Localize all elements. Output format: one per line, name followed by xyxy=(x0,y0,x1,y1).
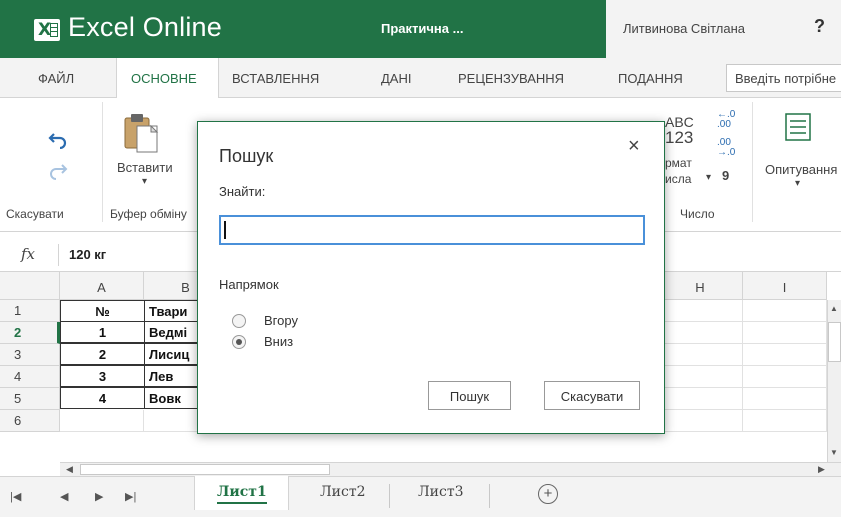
help-button[interactable]: ? xyxy=(814,16,825,37)
text-caret xyxy=(224,221,226,239)
paste-dropdown-icon[interactable]: ▾ xyxy=(142,176,147,187)
cell-a2[interactable]: 1 xyxy=(60,321,145,343)
tab-file[interactable]: ФАЙЛ xyxy=(38,71,74,86)
select-all-corner[interactable] xyxy=(0,272,60,300)
scroll-up-icon[interactable]: ▲ xyxy=(830,304,838,313)
tell-me-input[interactable]: Введіть потрібне xyxy=(726,64,841,92)
cell-a5[interactable]: 4 xyxy=(60,387,145,409)
undo-icon[interactable] xyxy=(48,131,68,149)
number-123-icon[interactable]: 123 xyxy=(665,129,693,146)
user-area: Литвинова Світлана ? xyxy=(606,0,841,58)
increase-decimal-icon[interactable]: ←.0 .00 xyxy=(717,110,737,130)
cell-h6[interactable] xyxy=(658,410,743,432)
number-group-label: Число xyxy=(680,207,715,221)
cell-a6[interactable] xyxy=(60,410,144,432)
title-bar: X Excel Online Практична ... Литвинова С… xyxy=(0,0,841,58)
scroll-right-icon[interactable]: ▶ xyxy=(818,464,825,475)
sheet-tab-separator xyxy=(389,484,390,508)
cell-b2[interactable]: Ведмі xyxy=(144,321,204,343)
tab-data[interactable]: ДАНІ xyxy=(381,71,411,86)
sheet-tab-3[interactable]: Лист3 xyxy=(418,484,464,500)
find-input[interactable] xyxy=(219,215,645,245)
sheet-tab-1[interactable]: Лист1 xyxy=(217,484,267,504)
tab-view[interactable]: ПОДАННЯ xyxy=(618,71,683,86)
redo-icon[interactable] xyxy=(48,162,68,180)
number-format-button[interactable]: рмат xyxy=(665,156,692,170)
row-header-5[interactable]: 5 xyxy=(0,388,60,410)
survey-button[interactable]: Опитування xyxy=(765,162,837,177)
row-header-2[interactable]: 2 xyxy=(0,322,60,344)
radio-down-label[interactable]: Вниз xyxy=(264,334,293,349)
add-sheet-icon[interactable]: + xyxy=(538,484,558,504)
find-label: Знайти: xyxy=(219,184,266,199)
tab-insert[interactable]: ВСТАВЛЕННЯ xyxy=(232,71,319,86)
vertical-scrollbar[interactable]: ▲ ▼ xyxy=(827,300,841,462)
column-header-a[interactable]: A xyxy=(60,272,144,300)
cell-b4[interactable]: Лев xyxy=(144,365,204,387)
ribbon-separator xyxy=(752,102,753,222)
cancel-button[interactable]: Скасувати xyxy=(544,381,640,410)
cell-b1[interactable]: Твари xyxy=(144,300,204,322)
cell-i1[interactable] xyxy=(743,300,827,322)
formula-separator xyxy=(58,244,59,266)
find-dialog: Пошук × Знайти: Напрямок Вгору Вниз Пошу… xyxy=(197,121,665,434)
tab-review[interactable]: РЕЦЕНЗУВАННЯ xyxy=(458,71,564,86)
app-title[interactable]: Excel Online xyxy=(68,12,222,43)
survey-dropdown-icon[interactable]: ▾ xyxy=(795,178,800,189)
close-icon[interactable]: × xyxy=(628,135,640,158)
cell-a1[interactable]: № xyxy=(60,300,145,322)
cell-a3[interactable]: 2 xyxy=(60,343,145,365)
sheet-tab-2[interactable]: Лист2 xyxy=(320,484,366,500)
horizontal-scroll-thumb[interactable] xyxy=(80,464,330,475)
cell-b5[interactable]: Вовк xyxy=(144,387,204,409)
sheet-tab-separator xyxy=(489,484,490,508)
undo-group-label: Скасувати xyxy=(6,207,64,221)
cell-i5[interactable] xyxy=(743,388,827,410)
number-format-dropdown-icon[interactable]: ▾ xyxy=(706,172,711,183)
cell-h2[interactable] xyxy=(658,322,743,344)
vertical-scroll-thumb[interactable] xyxy=(828,322,841,362)
scroll-down-icon[interactable]: ▼ xyxy=(830,448,838,457)
function-icon[interactable]: fx xyxy=(21,245,35,263)
cell-i6[interactable] xyxy=(743,410,827,432)
cell-i2[interactable] xyxy=(743,322,827,344)
cell-h1[interactable] xyxy=(658,300,743,322)
paste-icon[interactable] xyxy=(123,112,159,154)
row-header-1[interactable]: 1 xyxy=(0,300,60,322)
user-name[interactable]: Литвинова Світлана xyxy=(623,21,745,36)
survey-icon[interactable] xyxy=(784,112,812,142)
sheet-tabs: Лист1 Лист2 Лист3 + xyxy=(0,476,841,517)
number-format-button-line2[interactable]: исла xyxy=(665,172,691,186)
comma-style-icon[interactable]: 9 xyxy=(722,168,729,183)
decrease-decimal-icon[interactable]: .00 →.0 xyxy=(717,138,737,158)
paste-button[interactable]: Вставити xyxy=(117,160,173,175)
row-header-4[interactable]: 4 xyxy=(0,366,60,388)
clipboard-group-label: Буфер обміну xyxy=(110,207,187,221)
direction-label: Напрямок xyxy=(219,277,279,292)
cell-b3[interactable]: Лисиц xyxy=(144,343,204,365)
column-header-i[interactable]: I xyxy=(743,272,827,300)
scroll-left-icon[interactable]: ◀ xyxy=(66,464,73,475)
dialog-title: Пошук xyxy=(219,146,274,166)
formula-input[interactable]: 120 кг xyxy=(69,247,106,262)
cell-h4[interactable] xyxy=(658,366,743,388)
search-button[interactable]: Пошук xyxy=(428,381,511,410)
row-header-6[interactable]: 6 xyxy=(0,410,60,432)
column-header-h[interactable]: H xyxy=(658,272,743,300)
radio-down[interactable] xyxy=(232,335,246,349)
tab-home[interactable]: ОСНОВНЕ xyxy=(131,71,197,86)
radio-up[interactable] xyxy=(232,314,246,328)
radio-up-label[interactable]: Вгору xyxy=(264,313,298,328)
row-header-3[interactable]: 3 xyxy=(0,344,60,366)
cell-h5[interactable] xyxy=(658,388,743,410)
cell-i4[interactable] xyxy=(743,366,827,388)
excel-logo-icon[interactable]: X xyxy=(34,19,60,41)
document-title[interactable]: Практична ... xyxy=(381,21,463,36)
cell-a4[interactable]: 3 xyxy=(60,365,145,387)
ribbon-separator xyxy=(102,102,103,222)
horizontal-scrollbar[interactable]: ◀ ▶ xyxy=(60,462,841,476)
cell-i3[interactable] xyxy=(743,344,827,366)
cell-h3[interactable] xyxy=(658,344,743,366)
